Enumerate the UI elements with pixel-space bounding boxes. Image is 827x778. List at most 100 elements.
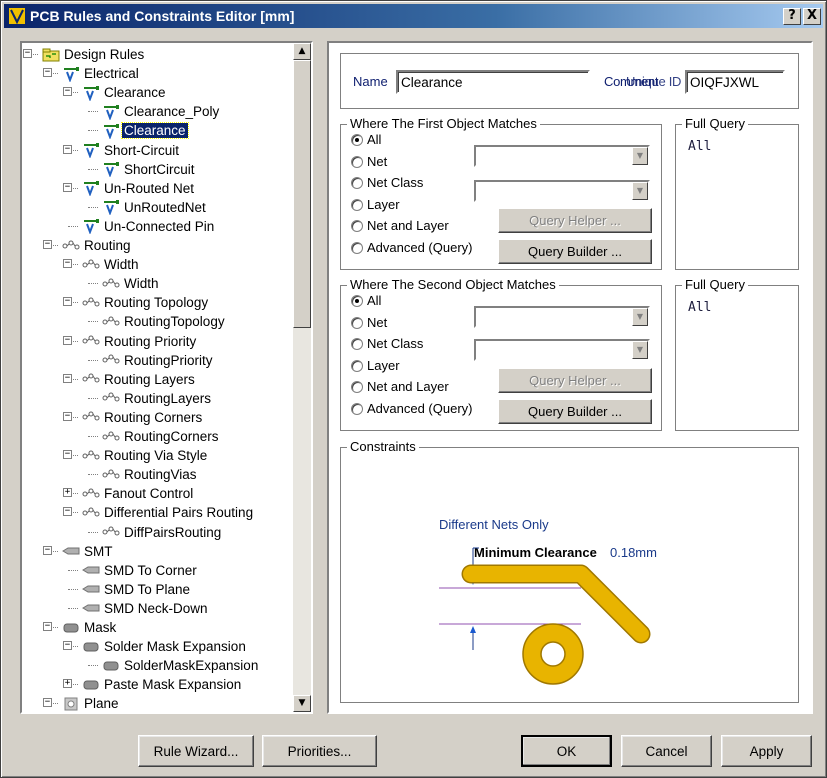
unique-id-input[interactable] [685, 70, 785, 94]
second_match-option[interactable]: Layer [351, 358, 400, 373]
collapse-icon[interactable]: − [63, 335, 72, 345]
first-query-builder-button[interactable]: Query Builder ... [498, 239, 652, 264]
tree-item[interactable]: SMD To Plane [82, 580, 192, 599]
tree-item[interactable]: RoutingPriority [102, 351, 215, 370]
tree-item[interactable]: RoutingCorners [102, 427, 221, 446]
radio-icon[interactable] [351, 380, 363, 393]
tree-item[interactable]: Clearance_Poly [102, 102, 221, 121]
collapse-icon[interactable]: − [43, 545, 52, 555]
tree-item[interactable]: ShortCircuit [102, 160, 197, 179]
tree-item[interactable]: Electrical [62, 64, 141, 83]
second-query-builder-button[interactable]: Query Builder ... [498, 399, 652, 424]
tree-item[interactable]: Routing Priority [82, 332, 198, 351]
tree-item[interactable]: Routing Corners [82, 408, 204, 427]
chevron-down-icon[interactable]: ▼ [632, 308, 648, 326]
radio-icon[interactable] [351, 155, 363, 168]
first-netclass-combo[interactable]: ▼ [474, 180, 650, 202]
priorities-button[interactable]: Priorities... [262, 735, 377, 767]
collapse-icon[interactable]: − [23, 49, 32, 58]
second_match-option[interactable]: Net Class [351, 336, 423, 351]
tree-item[interactable]: Routing Layers [82, 370, 197, 389]
first_match-option[interactable]: All [351, 132, 381, 147]
tree-item[interactable]: Fanout Control [82, 484, 195, 503]
tree-item[interactable]: SolderMaskExpansion [102, 656, 260, 675]
tree-item[interactable]: RoutingLayers [102, 389, 213, 408]
collapse-icon[interactable]: − [63, 641, 72, 651]
tree-item[interactable]: Design Rules [42, 45, 146, 64]
radio-icon[interactable] [351, 176, 363, 189]
collapse-icon[interactable]: − [63, 411, 72, 421]
name-input[interactable] [396, 70, 590, 94]
tree-item[interactable]: Short-Circuit [82, 141, 181, 160]
first_match-option[interactable]: Net Class [351, 175, 423, 190]
tree-item[interactable]: Un-Routed Net [82, 179, 196, 198]
collapse-icon[interactable]: − [63, 373, 72, 383]
first_match-option[interactable]: Net and Layer [351, 218, 449, 233]
second-net-combo[interactable]: ▼ [474, 306, 650, 328]
collapse-icon[interactable]: − [43, 240, 52, 249]
tree-item[interactable]: DiffPairsRouting [102, 523, 223, 542]
ok-button[interactable]: OK [521, 735, 612, 767]
tree-item[interactable]: RoutingTopology [102, 312, 227, 331]
chevron-down-icon[interactable]: ▼ [632, 147, 648, 165]
collapse-icon[interactable]: − [43, 68, 52, 78]
chevron-down-icon[interactable]: ▼ [632, 182, 648, 200]
tree-scrollbar[interactable]: ▲ ▼ [293, 43, 311, 712]
radio-icon[interactable] [351, 337, 363, 350]
collapse-icon[interactable]: − [63, 297, 72, 307]
collapse-icon[interactable]: − [63, 87, 72, 97]
first_match-option[interactable]: Net [351, 154, 387, 169]
second_match-option[interactable]: Net [351, 315, 387, 330]
tree-item[interactable]: Routing Topology [82, 293, 210, 312]
tree-item[interactable]: Solder Mask Expansion [82, 637, 248, 656]
second_match-option[interactable]: Advanced (Query) [351, 401, 473, 416]
collapse-icon[interactable]: − [43, 698, 52, 708]
second_match-option[interactable]: Net and Layer [351, 379, 449, 394]
radio-icon[interactable] [351, 316, 363, 329]
scroll-down-icon[interactable]: ▼ [293, 695, 311, 712]
radio-icon[interactable] [351, 241, 363, 254]
tree-item[interactable]: Routing [62, 236, 133, 255]
tree-item[interactable]: Clearance [102, 121, 189, 140]
tree-item[interactable]: SMT [62, 542, 115, 561]
apply-button[interactable]: Apply [721, 735, 812, 767]
collapse-icon[interactable]: − [63, 259, 72, 269]
rule-wizard-button[interactable]: Rule Wizard... [138, 735, 254, 767]
tree-item[interactable]: Paste Mask Expansion [82, 675, 243, 694]
radio-icon[interactable] [351, 133, 363, 146]
radio-icon[interactable] [351, 359, 363, 372]
tree-item[interactable]: Width [102, 274, 161, 293]
radio-icon[interactable] [351, 294, 363, 307]
collapse-icon[interactable]: − [63, 507, 72, 517]
tree-item[interactable]: Clearance [82, 83, 168, 102]
scroll-thumb[interactable] [293, 60, 311, 328]
second-netclass-combo[interactable]: ▼ [474, 339, 650, 361]
tree-item[interactable]: Width [82, 255, 141, 274]
tree-item[interactable]: UnRoutedNet [102, 198, 208, 217]
collapse-icon[interactable]: − [63, 450, 72, 460]
tree-item[interactable]: SMD Neck-Down [82, 599, 210, 618]
second_match-option[interactable]: All [351, 293, 381, 308]
expand-icon[interactable]: + [63, 488, 72, 498]
cancel-button[interactable]: Cancel [621, 735, 712, 767]
help-button[interactable]: ? [783, 7, 801, 25]
collapse-icon[interactable]: − [43, 622, 52, 631]
collapse-icon[interactable]: − [63, 144, 72, 154]
tree-item[interactable]: Mask [62, 618, 118, 637]
tree-item[interactable]: SMD To Corner [82, 561, 199, 580]
tree-item[interactable]: Un-Connected Pin [82, 217, 216, 236]
tree-item[interactable]: RoutingVias [102, 465, 199, 484]
close-button[interactable]: X [803, 7, 821, 25]
first-net-combo[interactable]: ▼ [474, 145, 650, 167]
chevron-down-icon[interactable]: ▼ [632, 341, 648, 359]
tree-item[interactable]: Plane [62, 694, 121, 712]
scroll-up-icon[interactable]: ▲ [293, 43, 311, 60]
second-query-helper-button[interactable]: Query Helper ... [498, 368, 652, 393]
first-query-helper-button[interactable]: Query Helper ... [498, 208, 652, 233]
first_match-option[interactable]: Layer [351, 197, 400, 212]
first_match-option[interactable]: Advanced (Query) [351, 240, 473, 255]
tree-item[interactable]: Routing Via Style [82, 446, 209, 465]
clearance-mode-text[interactable]: Different Nets Only [439, 517, 549, 532]
tree-item[interactable]: Differential Pairs Routing [82, 503, 255, 522]
expand-icon[interactable]: + [63, 679, 72, 689]
